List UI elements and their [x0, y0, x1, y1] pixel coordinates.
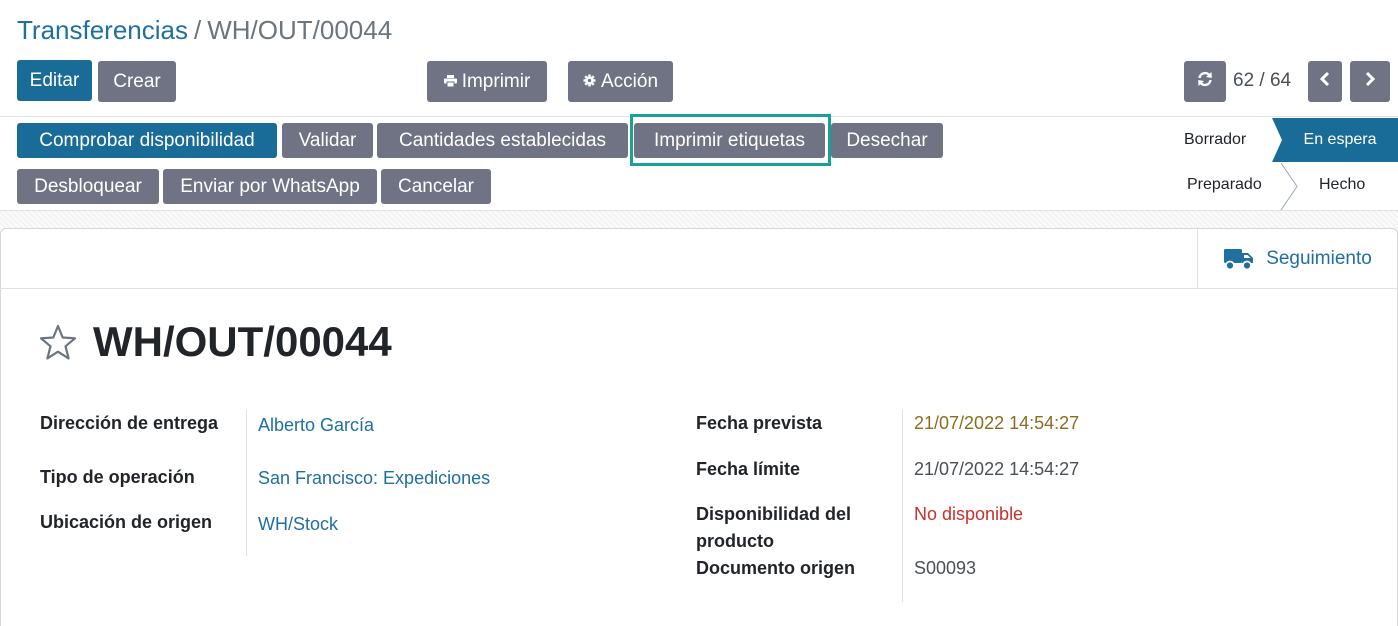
source-document-value[interactable]: S00093 [914, 555, 976, 582]
source-location-label: Ubicación de origen [40, 512, 213, 532]
source-document-label: Documento origen [696, 558, 856, 578]
cancel-button[interactable]: Cancelar [381, 169, 491, 204]
cancel-label: Cancelar [397, 175, 475, 197]
stage-draft: Borrador [1184, 131, 1247, 148]
breadcrumb: Transferencias / WH/OUT/00044 [17, 14, 392, 46]
right-group-separator [902, 410, 903, 602]
truck-icon [1224, 248, 1254, 270]
source-location-value[interactable]: WH/Stock [258, 511, 338, 538]
gear-icon [583, 73, 596, 90]
action-button-label: Acción [600, 70, 659, 92]
scrap-label: Desechar [846, 129, 928, 151]
action-button[interactable]: Acción [568, 61, 673, 102]
stage-waiting: En espera [1272, 118, 1398, 162]
pager-next-button[interactable] [1350, 61, 1390, 102]
stage-chevron-separator [1280, 163, 1298, 210]
validate-button[interactable]: Validar [282, 123, 373, 158]
scrap-button[interactable]: Desechar [831, 123, 943, 158]
product-availability-label: Disponibilidad del producto [696, 504, 852, 551]
print-button-label: Imprimir [461, 70, 531, 92]
unlock-button[interactable]: Desbloquear [17, 169, 159, 204]
breadcrumb-transfers-link[interactable]: Transferencias [17, 15, 188, 45]
set-quantities-button[interactable]: Cantidades establecidas [377, 123, 628, 158]
stage-waiting-label: En espera [1303, 131, 1377, 148]
stage-done: Hecho [1319, 176, 1366, 193]
breadcrumb-current: WH/OUT/00044 [207, 15, 393, 45]
set-quantities-label: Cantidades establecidas [398, 129, 607, 151]
operation-type-value[interactable]: San Francisco: Expediciones [258, 465, 490, 492]
scheduled-date-value[interactable]: 21/07/2022 14:54:27 [914, 410, 1079, 437]
operation-type-label: Tipo de operación [40, 467, 195, 487]
tracking-label: Seguimiento [1266, 247, 1372, 269]
edit-button-label: Editar [29, 69, 80, 91]
tracking-smart-button[interactable]: Seguimiento [1198, 229, 1398, 288]
button-box-divider [0, 288, 1398, 289]
scheduled-date-label: Fecha prevista [696, 413, 823, 433]
validate-label: Validar [298, 129, 357, 151]
check-availability-button[interactable]: Comprobar disponibilidad [17, 123, 277, 158]
print-button[interactable]: Imprimir [427, 61, 547, 102]
chevron-left-icon [1319, 71, 1331, 93]
deadline-label: Fecha límite [696, 459, 801, 479]
create-button[interactable]: Crear [98, 61, 176, 102]
delivery-address-label: Dirección de entrega [40, 413, 219, 433]
delivery-address-value[interactable]: Alberto García [258, 412, 374, 439]
stage-ready: Preparado [1187, 176, 1262, 193]
create-button-label: Crear [113, 70, 161, 92]
deadline-value[interactable]: 21/07/2022 14:54:27 [914, 456, 1079, 483]
check-availability-label: Comprobar disponibilidad [39, 129, 255, 151]
chevron-right-icon [1364, 71, 1376, 93]
unlock-label: Desbloquear [34, 175, 142, 197]
reload-button[interactable] [1184, 61, 1226, 102]
record-title: WH/OUT/00044 [93, 318, 392, 365]
print-icon [443, 74, 457, 90]
favorite-star-icon[interactable] [38, 324, 78, 362]
breadcrumb-separator: / [194, 15, 202, 45]
whatsapp-label: Enviar por WhatsApp [180, 175, 360, 197]
pager-value[interactable]: 62 / 64 [1233, 70, 1291, 92]
whatsapp-button[interactable]: Enviar por WhatsApp [163, 169, 377, 204]
left-group-separator [246, 410, 247, 556]
refresh-icon [1196, 70, 1214, 94]
highlight-box [630, 114, 831, 166]
pager-previous-button[interactable] [1308, 61, 1342, 102]
edit-button[interactable]: Editar [17, 60, 92, 101]
product-availability-value: No disponible [914, 504, 1024, 524]
